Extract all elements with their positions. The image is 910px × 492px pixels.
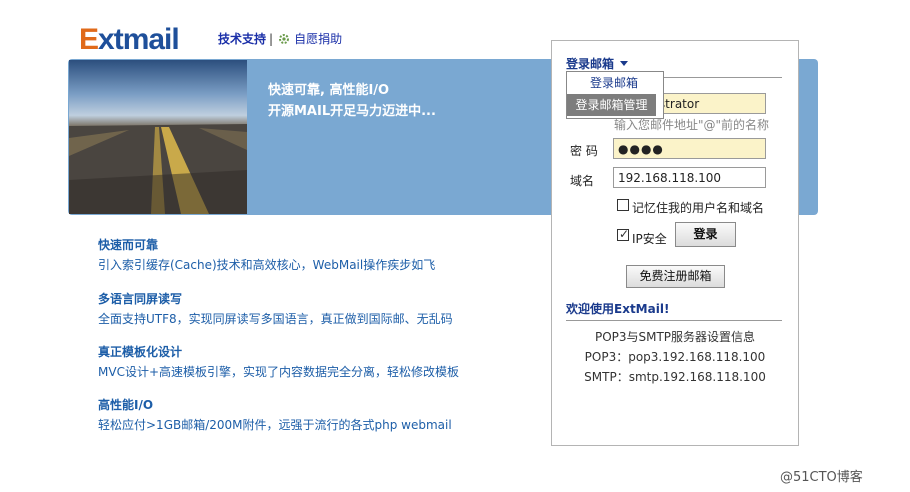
ip-safe-checkbox[interactable]: ✓ bbox=[617, 227, 630, 241]
dropdown-item-mailbox-admin[interactable]: 登录邮箱管理 bbox=[567, 94, 656, 116]
support-link[interactable]: 技术支持 bbox=[218, 32, 266, 46]
watermark: @51CTO博客 bbox=[780, 470, 863, 485]
feature-title: 高性能I/O bbox=[98, 398, 154, 412]
smtp-server: SMTP：smtp.192.168.118.100 bbox=[584, 370, 766, 384]
feature-title: 真正模板化设计 bbox=[98, 345, 183, 359]
top-links: 技术支持 | 自愿捐助 bbox=[218, 30, 342, 47]
feature-desc: 引入索引缓存(Cache)技术和高效核心，WebMail操作疾步如飞 bbox=[98, 258, 436, 272]
server-info-title: POP3与SMTP服务器设置信息 bbox=[594, 330, 756, 344]
feature-desc: MVC设计+高速模板引擎，实现了内容数据完全分离，轻松修改模板 bbox=[98, 365, 459, 379]
chevron-down-icon bbox=[620, 61, 629, 66]
mailbox-select-label: 登录邮箱 bbox=[566, 57, 615, 71]
feature-desc: 全面支持UTF8，实现同屏读写多国语言，真正做到国际邮、无乱码 bbox=[98, 312, 453, 326]
donate-link[interactable]: 自愿捐助 bbox=[294, 32, 342, 46]
login-button[interactable]: 登录 bbox=[675, 222, 736, 247]
road-photo bbox=[69, 60, 247, 214]
banner-line-2: 开源MAIL开足马力迈进中... bbox=[268, 104, 436, 119]
feature-title: 多语言同屏读写 bbox=[98, 292, 183, 306]
extmail-logo: Extmail bbox=[79, 22, 180, 58]
banner-text: 快速可靠, 高性能I/O 开源MAIL开足马力迈进中... bbox=[268, 80, 436, 122]
feature-desc: 轻松应付>1GB邮箱/200M附件，远强于流行的各式php webmail bbox=[98, 418, 452, 432]
logo-first-letter: E bbox=[79, 23, 99, 56]
domain-field[interactable] bbox=[613, 167, 766, 188]
domain-label: 域名 bbox=[570, 174, 595, 188]
gear-icon bbox=[277, 32, 291, 46]
logo-rest: xtmail bbox=[98, 23, 180, 56]
banner-line-1: 快速可靠, 高性能I/O bbox=[268, 83, 390, 98]
check-icon: ✓ bbox=[619, 227, 630, 241]
feature-title: 快速而可靠 bbox=[98, 238, 159, 252]
link-separator: | bbox=[269, 32, 274, 46]
password-field[interactable] bbox=[613, 138, 766, 159]
ip-safe-label: IP安全 bbox=[632, 232, 667, 246]
dropdown-item-login-mailbox[interactable]: 登录邮箱 bbox=[567, 72, 661, 94]
pop3-server: POP3：pop3.192.168.118.100 bbox=[584, 350, 766, 364]
remember-checkbox[interactable] bbox=[617, 199, 629, 211]
welcome-heading: 欢迎使用ExtMail! bbox=[566, 302, 670, 316]
divider bbox=[566, 320, 782, 321]
remember-label: 记忆住我的用户名和域名 bbox=[632, 201, 765, 215]
mailbox-type-select[interactable]: 登录邮箱 bbox=[566, 55, 629, 72]
password-label: 密 码 bbox=[570, 144, 598, 158]
register-button[interactable]: 免费注册邮箱 bbox=[626, 265, 725, 288]
